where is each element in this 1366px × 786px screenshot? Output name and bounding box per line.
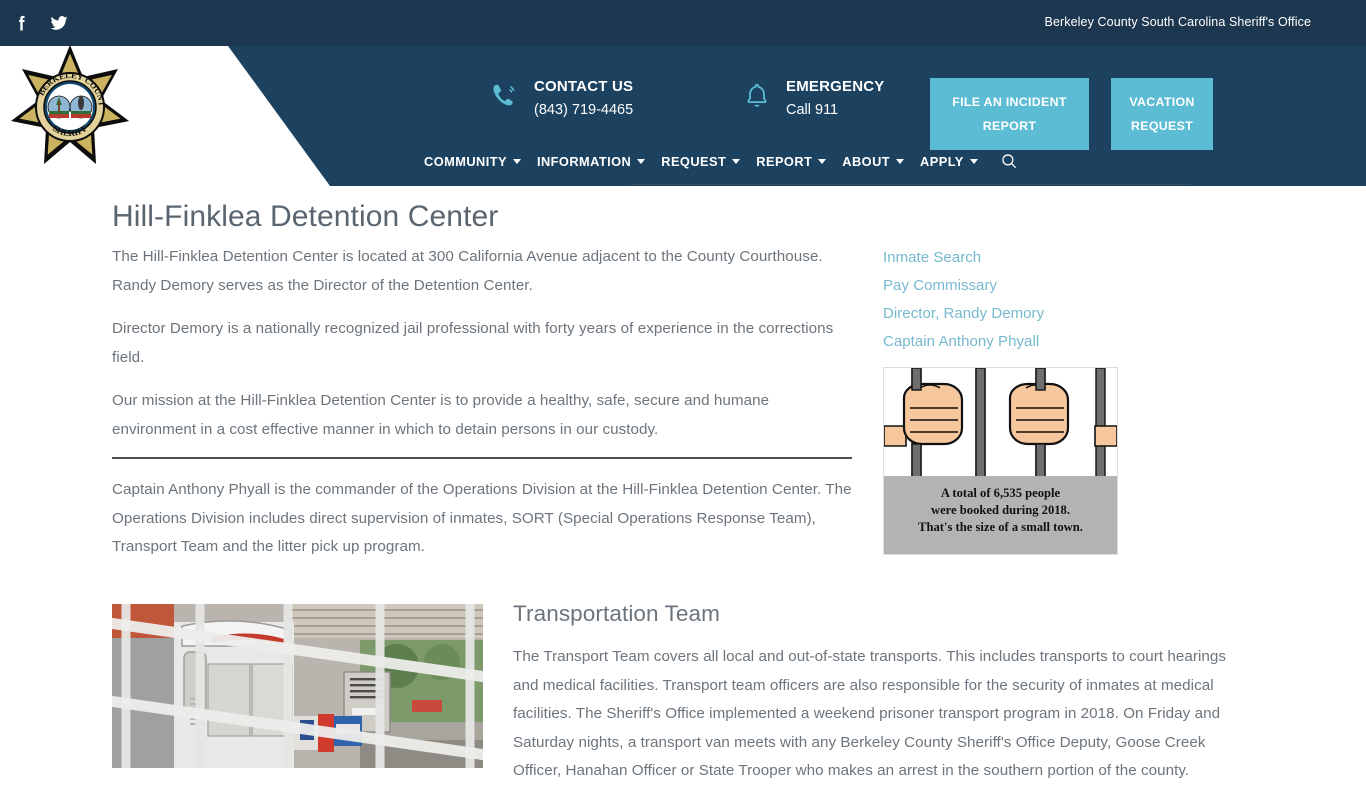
chevron-down-icon	[512, 158, 521, 164]
paragraph: Our mission at the Hill-Finklea Detentio…	[112, 392, 770, 438]
main-navigation: COMMUNITY INFORMATION REQUEST REPORT ABO…	[424, 152, 1018, 170]
phone-icon	[493, 84, 515, 106]
nav-item-about[interactable]: ABOUT	[842, 154, 920, 169]
nav-label: REQUEST	[661, 153, 727, 169]
nav-label: APPLY	[920, 153, 964, 169]
paragraph: The Hill-Finklea Detention Center is loc…	[112, 248, 823, 294]
contact-us-phone[interactable]: (843) 719-4465	[534, 102, 633, 119]
sidebar-link-pay-commissary[interactable]: Pay Commissary	[883, 272, 1123, 300]
intro-paragraphs: The Hill-Finklea Detention Center is loc…	[112, 243, 854, 459]
caption-line-1: A total of 6,535 people	[940, 486, 1061, 500]
search-icon[interactable]	[1000, 152, 1018, 170]
nav-item-apply[interactable]: APPLY	[920, 154, 994, 169]
chevron-down-icon	[637, 158, 646, 164]
nav-label: COMMUNITY	[424, 153, 507, 169]
nav-item-report[interactable]: REPORT	[756, 154, 842, 169]
top-utility-bar: Berkeley County South Carolina Sheriff's…	[0, 0, 1366, 46]
site-title: Berkeley County South Carolina Sheriff's…	[1044, 15, 1311, 29]
emergency-number: Call 911	[786, 102, 839, 119]
emergency-heading: EMERGENCY	[786, 78, 885, 95]
sidebar-link-captain[interactable]: Captain Anthony Phyall	[883, 328, 1123, 356]
transport-van-photo	[112, 604, 483, 768]
vacation-request-button[interactable]: VACATION REQUEST	[1111, 78, 1213, 150]
nav-item-community[interactable]: COMMUNITY	[424, 154, 537, 169]
facebook-icon[interactable]	[12, 13, 32, 33]
caption-line-3: That's the size of a small town.	[918, 520, 1083, 534]
sidebar-link-director[interactable]: Director, Randy Demory	[883, 300, 1123, 328]
paragraph: Captain Anthony Phyall is the commander …	[112, 481, 852, 555]
page-title: Hill-Finklea Detention Center	[112, 200, 499, 233]
chevron-down-icon	[732, 158, 741, 164]
social-links	[12, 13, 69, 33]
chevron-down-icon	[896, 158, 905, 164]
sidebar-links: Inmate Search Pay Commissary Director, R…	[883, 244, 1123, 356]
captain-paragraph-block: Captain Anthony Phyall is the commander …	[112, 476, 852, 577]
chevron-down-icon	[969, 158, 978, 164]
nav-label: ABOUT	[842, 153, 891, 169]
nav-item-information[interactable]: INFORMATION	[537, 154, 661, 169]
caption-line-2: were booked during 2018.	[930, 503, 1070, 517]
chevron-down-icon	[818, 158, 827, 164]
nav-underline	[630, 184, 1190, 185]
sidebar-link-inmate-search[interactable]: Inmate Search	[883, 244, 1123, 272]
nav-label: REPORT	[756, 153, 813, 169]
twitter-icon[interactable]	[49, 13, 69, 33]
jail-bars-hands-illustration	[884, 368, 1117, 479]
sheriff-badge-logo[interactable]: BERKELEY COUNTY SHERIFF	[5, 35, 132, 171]
booking-stat-caption: A total of 6,535 people were booked duri…	[884, 476, 1117, 554]
nav-item-request[interactable]: REQUEST	[661, 154, 756, 169]
contact-us-heading: CONTACT US	[534, 78, 634, 95]
transportation-team-paragraph: The Transport Team covers all local and …	[513, 648, 1227, 779]
bell-icon	[747, 83, 767, 107]
transportation-team-title: Transportation Team	[513, 601, 721, 626]
file-incident-report-button[interactable]: FILE AN INCIDENT REPORT	[930, 78, 1089, 150]
transportation-team-block: Transportation Team The Transport Team c…	[513, 600, 1246, 786]
emergency-block: EMERGENCY Call 911	[742, 78, 884, 119]
paragraph: Director Demory is a nationally recogniz…	[112, 320, 834, 366]
section-divider	[112, 457, 852, 459]
nav-label: INFORMATION	[536, 153, 632, 169]
booking-stat-card: A total of 6,535 people were booked duri…	[883, 367, 1118, 555]
contact-us-block[interactable]: CONTACT US (843) 719-4465	[490, 78, 633, 119]
